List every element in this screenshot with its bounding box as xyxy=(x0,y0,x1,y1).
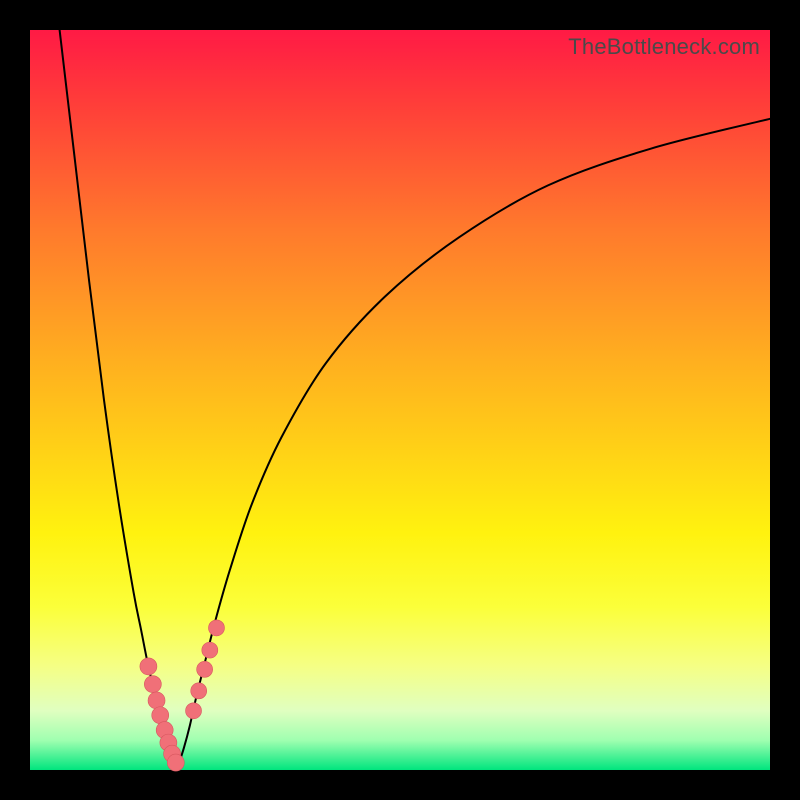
data-dot xyxy=(208,620,224,636)
dots-right-group xyxy=(186,620,225,719)
data-dot xyxy=(148,692,165,709)
data-dot xyxy=(186,703,202,719)
data-dot xyxy=(140,658,157,675)
curve-layer xyxy=(30,30,770,770)
data-dot xyxy=(197,661,213,677)
dots-left-group xyxy=(140,658,184,771)
chart-frame: TheBottleneck.com xyxy=(0,0,800,800)
plot-area: TheBottleneck.com xyxy=(30,30,770,770)
data-dot xyxy=(167,754,184,771)
data-dot xyxy=(144,676,161,693)
curve-right-branch xyxy=(178,119,770,767)
data-dot xyxy=(191,683,207,699)
data-dot xyxy=(202,642,218,658)
data-dot xyxy=(152,707,169,724)
curve-left-branch xyxy=(60,30,178,766)
